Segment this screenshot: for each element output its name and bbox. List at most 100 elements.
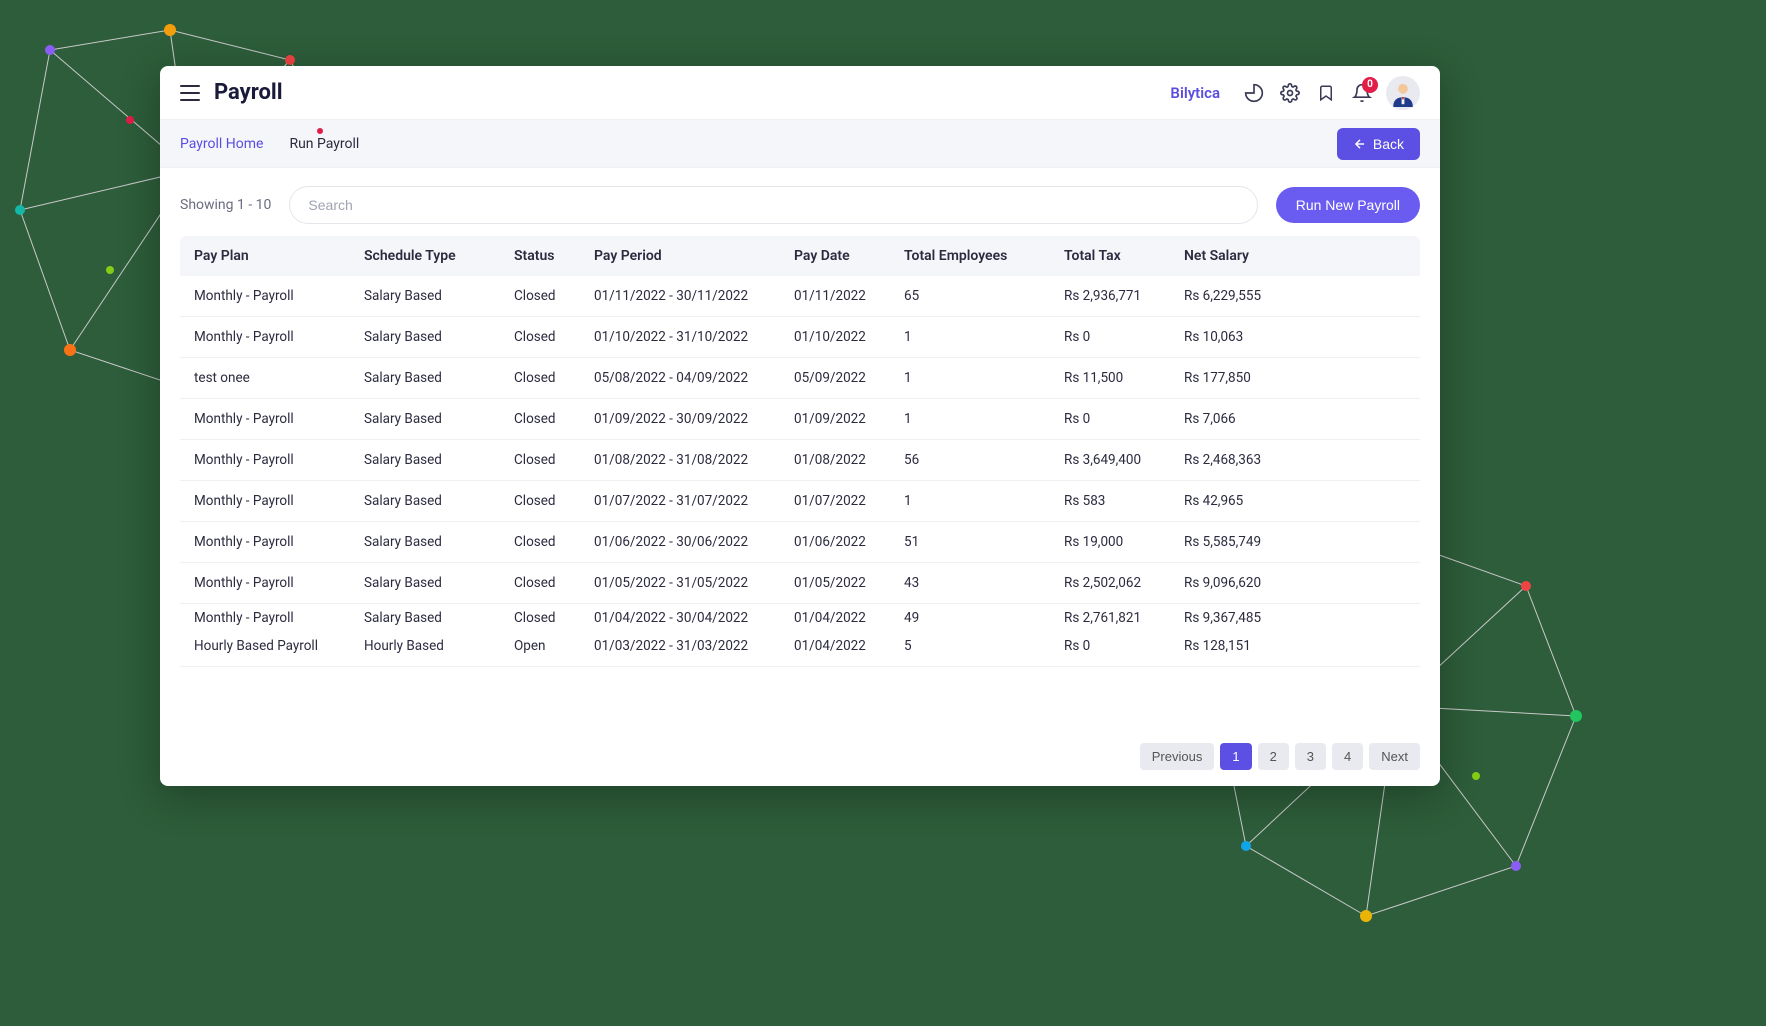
page-title: Payroll <box>214 80 283 105</box>
cell-total-employees: 51 <box>904 534 1064 550</box>
cell-total-employees: 56 <box>904 452 1064 468</box>
breadcrumb-bar: Payroll Home Run Payroll Back <box>160 120 1440 168</box>
cell-pay-date: 01/10/2022 <box>794 329 904 345</box>
cell-schedule-type: Salary Based <box>364 610 514 626</box>
cell-pay-period: 01/04/2022 - 30/04/2022 <box>594 610 794 626</box>
bell-icon[interactable]: 0 <box>1344 75 1380 111</box>
cell-total-employees: 43 <box>904 575 1064 591</box>
pagination-next[interactable]: Next <box>1369 743 1420 770</box>
cell-net-salary: Rs 6,229,555 <box>1184 288 1304 304</box>
table-row[interactable]: Monthly - PayrollSalary BasedClosed01/11… <box>180 276 1420 317</box>
pagination-previous[interactable]: Previous <box>1140 743 1215 770</box>
cell-pay-period: 01/10/2022 - 31/10/2022 <box>594 329 794 345</box>
th-pay-date[interactable]: Pay Date <box>794 248 904 264</box>
back-button[interactable]: Back <box>1337 128 1420 160</box>
showing-text: Showing 1 - 10 <box>180 197 271 213</box>
notification-badge: 0 <box>1362 77 1378 93</box>
cell-pay-plan: Monthly - Payroll <box>194 288 364 304</box>
table-row[interactable]: Monthly - PayrollSalary BasedClosed01/04… <box>180 604 1420 626</box>
cell-pay-period: 01/07/2022 - 31/07/2022 <box>594 493 794 509</box>
menu-icon[interactable] <box>180 85 200 101</box>
cell-pay-period: 01/09/2022 - 30/09/2022 <box>594 411 794 427</box>
cell-pay-plan: Monthly - Payroll <box>194 411 364 427</box>
cell-status: Closed <box>514 411 594 427</box>
cell-pay-plan: Monthly - Payroll <box>194 534 364 550</box>
cell-total-employees: 65 <box>904 288 1064 304</box>
cell-total-tax: Rs 19,000 <box>1064 534 1184 550</box>
th-total-tax[interactable]: Total Tax <box>1064 248 1184 264</box>
cell-total-tax: Rs 11,500 <box>1064 370 1184 386</box>
cell-pay-date: 01/06/2022 <box>794 534 904 550</box>
breadcrumb-home[interactable]: Payroll Home <box>180 136 263 152</box>
cell-schedule-type: Salary Based <box>364 493 514 509</box>
cell-total-tax: Rs 2,761,821 <box>1064 610 1184 626</box>
th-total-employees[interactable]: Total Employees <box>904 248 1064 264</box>
cell-total-tax: Rs 2,936,771 <box>1064 288 1184 304</box>
cell-status: Closed <box>514 370 594 386</box>
cell-total-tax: Rs 3,649,400 <box>1064 452 1184 468</box>
table-body: Monthly - PayrollSalary BasedClosed01/11… <box>180 276 1420 729</box>
cell-pay-period: 01/08/2022 - 31/08/2022 <box>594 452 794 468</box>
th-status[interactable]: Status <box>514 248 594 264</box>
cell-pay-date: 01/05/2022 <box>794 575 904 591</box>
table-row[interactable]: test oneeSalary BasedClosed05/08/2022 - … <box>180 358 1420 399</box>
pagination-page-4[interactable]: 4 <box>1332 743 1363 770</box>
cell-pay-date: 01/11/2022 <box>794 288 904 304</box>
table-row[interactable]: Monthly - PayrollSalary BasedClosed01/09… <box>180 399 1420 440</box>
cell-pay-plan: Monthly - Payroll <box>194 575 364 591</box>
cell-pay-period: 01/05/2022 - 31/05/2022 <box>594 575 794 591</box>
run-new-payroll-button[interactable]: Run New Payroll <box>1276 187 1420 223</box>
cell-pay-period: 01/03/2022 - 31/03/2022 <box>594 638 794 654</box>
avatar[interactable] <box>1386 76 1420 110</box>
brand-name[interactable]: Bilytica <box>1170 84 1220 102</box>
cell-status: Closed <box>514 329 594 345</box>
cell-total-tax: Rs 0 <box>1064 411 1184 427</box>
cell-status: Closed <box>514 534 594 550</box>
arrow-left-icon <box>1353 137 1367 151</box>
table-row[interactable]: Monthly - PayrollSalary BasedClosed01/05… <box>180 563 1420 604</box>
pagination: Previous 1234 Next <box>180 729 1420 786</box>
cell-schedule-type: Salary Based <box>364 411 514 427</box>
cell-pay-plan: Monthly - Payroll <box>194 610 364 626</box>
cell-status: Closed <box>514 288 594 304</box>
cell-net-salary: Rs 42,965 <box>1184 493 1304 509</box>
cell-net-salary: Rs 7,066 <box>1184 411 1304 427</box>
back-button-label: Back <box>1373 136 1404 152</box>
cell-net-salary: Rs 5,585,749 <box>1184 534 1304 550</box>
analytics-icon[interactable] <box>1236 75 1272 111</box>
cell-pay-plan: Monthly - Payroll <box>194 452 364 468</box>
pagination-page-3[interactable]: 3 <box>1295 743 1326 770</box>
th-schedule-type[interactable]: Schedule Type <box>364 248 514 264</box>
pagination-page-2[interactable]: 2 <box>1258 743 1289 770</box>
cell-pay-plan: Hourly Based Payroll <box>194 638 364 654</box>
pagination-page-1[interactable]: 1 <box>1220 743 1251 770</box>
search-input[interactable] <box>289 186 1257 224</box>
table-row[interactable]: Monthly - PayrollSalary BasedClosed01/10… <box>180 317 1420 358</box>
cell-total-employees: 1 <box>904 370 1064 386</box>
gear-icon[interactable] <box>1272 75 1308 111</box>
cell-schedule-type: Salary Based <box>364 370 514 386</box>
cell-schedule-type: Salary Based <box>364 452 514 468</box>
table-row[interactable]: Monthly - PayrollSalary BasedClosed01/07… <box>180 481 1420 522</box>
cell-schedule-type: Salary Based <box>364 534 514 550</box>
table-row[interactable]: Monthly - PayrollSalary BasedClosed01/08… <box>180 440 1420 481</box>
content-area: Showing 1 - 10 Run New Payroll Pay Plan … <box>160 168 1440 786</box>
cell-pay-period: 05/08/2022 - 04/09/2022 <box>594 370 794 386</box>
cell-schedule-type: Salary Based <box>364 329 514 345</box>
table-row[interactable]: Hourly Based PayrollHourly BasedOpen01/0… <box>180 626 1420 667</box>
cell-pay-period: 01/11/2022 - 30/11/2022 <box>594 288 794 304</box>
breadcrumb-current: Run Payroll <box>289 136 359 152</box>
th-net-salary[interactable]: Net Salary <box>1184 248 1304 264</box>
cell-total-employees: 49 <box>904 610 1064 626</box>
cell-total-employees: 1 <box>904 493 1064 509</box>
bookmark-icon[interactable] <box>1308 75 1344 111</box>
cell-status: Closed <box>514 610 594 626</box>
cell-total-tax: Rs 0 <box>1064 638 1184 654</box>
th-pay-plan[interactable]: Pay Plan <box>194 248 364 264</box>
th-pay-period[interactable]: Pay Period <box>594 248 794 264</box>
table-row[interactable]: Monthly - PayrollSalary BasedClosed 01/06… <box>180 522 1420 563</box>
cell-schedule-type: Salary Based <box>364 288 514 304</box>
cell-total-tax: Rs 2,502,062 <box>1064 575 1184 591</box>
cell-status: Closed <box>514 452 594 468</box>
cell-total-tax: Rs 583 <box>1064 493 1184 509</box>
